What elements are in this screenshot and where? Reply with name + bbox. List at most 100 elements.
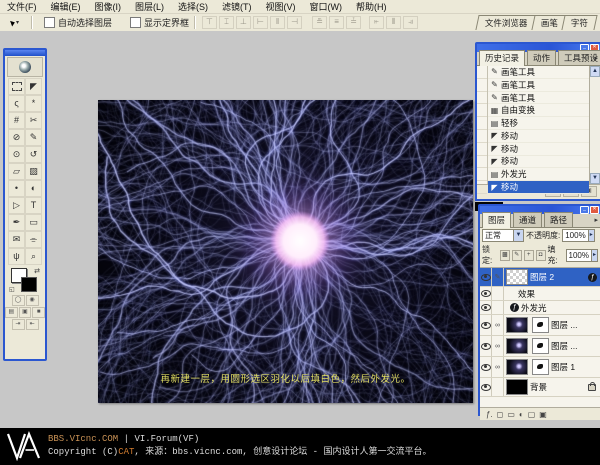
new-layer-icon[interactable]: ▢ xyxy=(528,410,536,419)
history-item[interactable]: ◤移动 xyxy=(488,156,589,169)
history-item-selected[interactable]: ◤移动 xyxy=(488,181,589,194)
layer-thumbnail[interactable] xyxy=(506,269,528,285)
delete-layer-icon[interactable]: ▣ xyxy=(539,410,547,419)
eraser-tool-icon[interactable]: ▱ xyxy=(8,163,25,180)
visibility-eye-icon[interactable] xyxy=(481,343,491,350)
distribute-hcenter-icon[interactable]: ⫴ xyxy=(386,16,401,29)
lock-paint-icon[interactable]: ✎ xyxy=(512,250,522,261)
visibility-eye-icon[interactable] xyxy=(481,322,491,329)
brush-tool-icon[interactable]: ✎ xyxy=(25,129,42,146)
lock-all-icon[interactable]: ◘ xyxy=(536,250,546,261)
history-item[interactable]: ▤外发光 xyxy=(488,168,589,181)
history-item[interactable]: ◤移动 xyxy=(488,143,589,156)
visibility-eye-icon[interactable] xyxy=(481,384,491,391)
eyedropper-tool-icon[interactable]: ⌯ xyxy=(25,231,42,248)
full-screen-icon[interactable]: ■ xyxy=(32,307,45,318)
magic-wand-tool-icon[interactable]: * xyxy=(25,95,42,112)
tab-file-browser[interactable]: 文件浏览器 xyxy=(476,15,538,30)
tab-paths[interactable]: 路径 xyxy=(544,212,573,227)
menu-help[interactable]: 帮助(H) xyxy=(349,0,394,13)
fill-input[interactable]: 100% ▸ xyxy=(566,249,598,262)
tab-history[interactable]: 历史记录 xyxy=(479,50,525,66)
layer-row[interactable]: ∞ 图层 ... xyxy=(480,336,600,357)
type-tool-icon[interactable]: T xyxy=(25,197,42,214)
pen-tool-icon[interactable]: ✒ xyxy=(8,214,25,231)
lock-position-icon[interactable]: + xyxy=(524,250,534,261)
healing-brush-tool-icon[interactable]: ⊘ xyxy=(8,129,25,146)
history-scrollbar[interactable]: ▲ ▼ xyxy=(589,66,600,184)
menu-view[interactable]: 视图(V) xyxy=(259,0,303,13)
layer-mask-thumbnail[interactable] xyxy=(532,338,549,354)
distribute-top-icon[interactable]: ≞ xyxy=(312,16,327,29)
swap-colors-icon[interactable]: ⇄ xyxy=(34,267,40,275)
menu-layer[interactable]: 图层(L) xyxy=(128,0,171,13)
path-select-tool-icon[interactable]: ▷ xyxy=(8,197,25,214)
history-item[interactable]: ▦自由变换 xyxy=(488,104,589,117)
menu-select[interactable]: 选择(S) xyxy=(171,0,215,13)
align-left-icon[interactable]: ⊢ xyxy=(253,16,268,29)
history-item[interactable]: ◤移动 xyxy=(488,130,589,143)
menu-edit[interactable]: 编辑(E) xyxy=(44,0,88,13)
tab-layers[interactable]: 图层 xyxy=(482,212,511,228)
zoom-tool-icon[interactable]: ⌕ xyxy=(25,248,42,265)
tab-channels[interactable]: 通道 xyxy=(513,212,542,227)
scroll-down-icon[interactable]: ▼ xyxy=(590,173,600,184)
imageready-icon[interactable]: ⇥ xyxy=(12,319,25,330)
notes-tool-icon[interactable]: ✉ xyxy=(8,231,25,248)
crop-tool-icon[interactable]: # xyxy=(8,112,25,129)
outer-glow-row[interactable]: ƒ 外发光 xyxy=(480,301,600,315)
tab-actions[interactable]: 动作 xyxy=(527,50,556,65)
current-tool-icon[interactable]: ▾ xyxy=(4,16,26,29)
show-bounding-box-checkbox[interactable] xyxy=(130,17,141,28)
history-item[interactable]: ▤轻移 xyxy=(488,117,589,130)
panel-menu-icon[interactable]: ▸ xyxy=(594,216,598,224)
clone-stamp-tool-icon[interactable]: ⊙ xyxy=(8,146,25,163)
layer-mask-thumbnail[interactable] xyxy=(532,359,549,375)
distribute-right-icon[interactable]: ⫣ xyxy=(403,16,418,29)
menu-filter[interactable]: 滤镜(T) xyxy=(215,0,259,13)
hand-tool-icon[interactable]: ψ xyxy=(8,248,25,265)
visibility-eye-icon[interactable] xyxy=(481,290,491,297)
blend-mode-select[interactable]: 正常 ▼ xyxy=(482,229,524,242)
layer-thumbnail[interactable] xyxy=(506,317,528,333)
blur-tool-icon[interactable]: • xyxy=(8,180,25,197)
align-bottom-icon[interactable]: ⊥ xyxy=(236,16,251,29)
new-adjustment-icon[interactable]: ◐ xyxy=(519,410,524,419)
move-tool-icon[interactable]: ◤ xyxy=(25,78,42,95)
panel-menu-icon[interactable]: ▸ xyxy=(594,54,598,62)
slice-tool-icon[interactable]: ✂ xyxy=(25,112,42,129)
align-top-icon[interactable]: ⊤ xyxy=(202,16,217,29)
distribute-center-icon[interactable]: ≡ xyxy=(329,16,344,29)
visibility-eye-icon[interactable] xyxy=(481,274,491,281)
menu-window[interactable]: 窗口(W) xyxy=(303,0,350,13)
background-color-swatch[interactable] xyxy=(21,277,37,292)
distribute-bottom-icon[interactable]: ≟ xyxy=(346,16,361,29)
add-layer-style-icon[interactable]: ƒ. xyxy=(486,410,493,419)
marquee-tool-icon[interactable] xyxy=(8,78,25,95)
layer-thumbnail[interactable] xyxy=(506,338,528,354)
standard-mode-icon[interactable]: ◯ xyxy=(12,295,25,306)
menu-image[interactable]: 图像(I) xyxy=(88,0,129,13)
layer-row-layer2[interactable]: ✎ 图层 2 ƒ xyxy=(480,268,600,287)
history-brush-tool-icon[interactable]: ↺ xyxy=(25,146,42,163)
gradient-tool-icon[interactable]: ▨ xyxy=(25,163,42,180)
lock-transparency-icon[interactable]: ▩ xyxy=(500,250,510,261)
shape-tool-icon[interactable]: ▭ xyxy=(25,214,42,231)
visibility-eye-icon[interactable] xyxy=(481,364,491,371)
new-group-icon[interactable]: ▭ xyxy=(507,410,515,419)
align-horizontal-center-icon[interactable]: ‖ xyxy=(270,16,285,29)
layer-row-layer1[interactable]: ∞ 图层 1 xyxy=(480,357,600,378)
layer-effects-row[interactable]: 效果 xyxy=(480,287,600,301)
history-item[interactable]: ✎画笔工具 xyxy=(488,92,589,105)
minimize-icon[interactable]: _ xyxy=(580,206,589,214)
default-colors-icon[interactable]: ◱ xyxy=(9,286,15,293)
tab-character[interactable]: 字符 xyxy=(561,15,597,30)
lasso-tool-icon[interactable]: ς xyxy=(8,95,25,112)
history-item[interactable]: ✎画笔工具 xyxy=(488,79,589,92)
align-vertical-center-icon[interactable]: ⌶ xyxy=(219,16,234,29)
add-mask-icon[interactable]: ◻ xyxy=(497,410,504,419)
opacity-input[interactable]: 100% ▸ xyxy=(562,229,594,242)
dodge-tool-icon[interactable]: ◐ xyxy=(25,180,42,197)
close-icon[interactable]: ✕ xyxy=(590,206,599,214)
layer-thumbnail[interactable] xyxy=(506,379,528,395)
